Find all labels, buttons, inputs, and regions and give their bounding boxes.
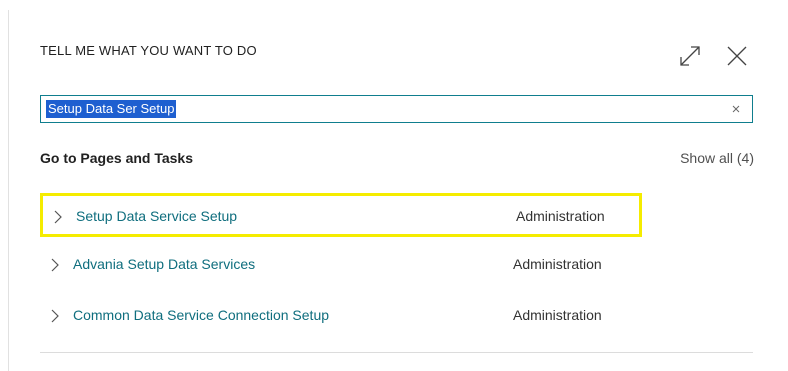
chevron-right-icon — [51, 258, 59, 272]
result-name[interactable]: Common Data Service Connection Setup — [73, 307, 329, 323]
result-row-setup-data-service-setup[interactable]: Setup Data Service Setup Administration — [40, 193, 642, 237]
dialog-title: TELL ME WHAT YOU WANT TO DO — [40, 43, 257, 58]
expand-button[interactable] — [675, 40, 705, 70]
result-name[interactable]: Setup Data Service Setup — [76, 208, 237, 224]
result-department: Administration — [513, 256, 602, 272]
show-all-link[interactable]: Show all (4) — [680, 150, 754, 166]
section-title: Go to Pages and Tasks — [40, 150, 194, 166]
close-icon — [727, 46, 747, 66]
search-clear-button[interactable] — [728, 101, 744, 117]
divider — [40, 352, 753, 353]
expand-arrows-icon — [680, 46, 700, 66]
result-row-advania-setup-data-services[interactable]: Advania Setup Data Services Administrati… — [40, 244, 642, 288]
chevron-right-icon — [54, 210, 62, 224]
result-department: Administration — [516, 208, 605, 224]
page: TELL ME WHAT YOU WANT TO DO Setup Data S… — [0, 0, 788, 371]
search-input-value[interactable]: Setup Data Ser Setup — [46, 100, 177, 118]
result-department: Administration — [513, 307, 602, 323]
result-name[interactable]: Advania Setup Data Services — [73, 256, 255, 272]
search-input[interactable]: Setup Data Ser Setup — [40, 95, 753, 123]
clear-icon — [732, 105, 740, 113]
chevron-right-icon — [51, 309, 59, 323]
result-row-common-data-service-connection-setup[interactable]: Common Data Service Connection Setup Adm… — [40, 295, 642, 339]
close-button[interactable] — [721, 40, 751, 70]
